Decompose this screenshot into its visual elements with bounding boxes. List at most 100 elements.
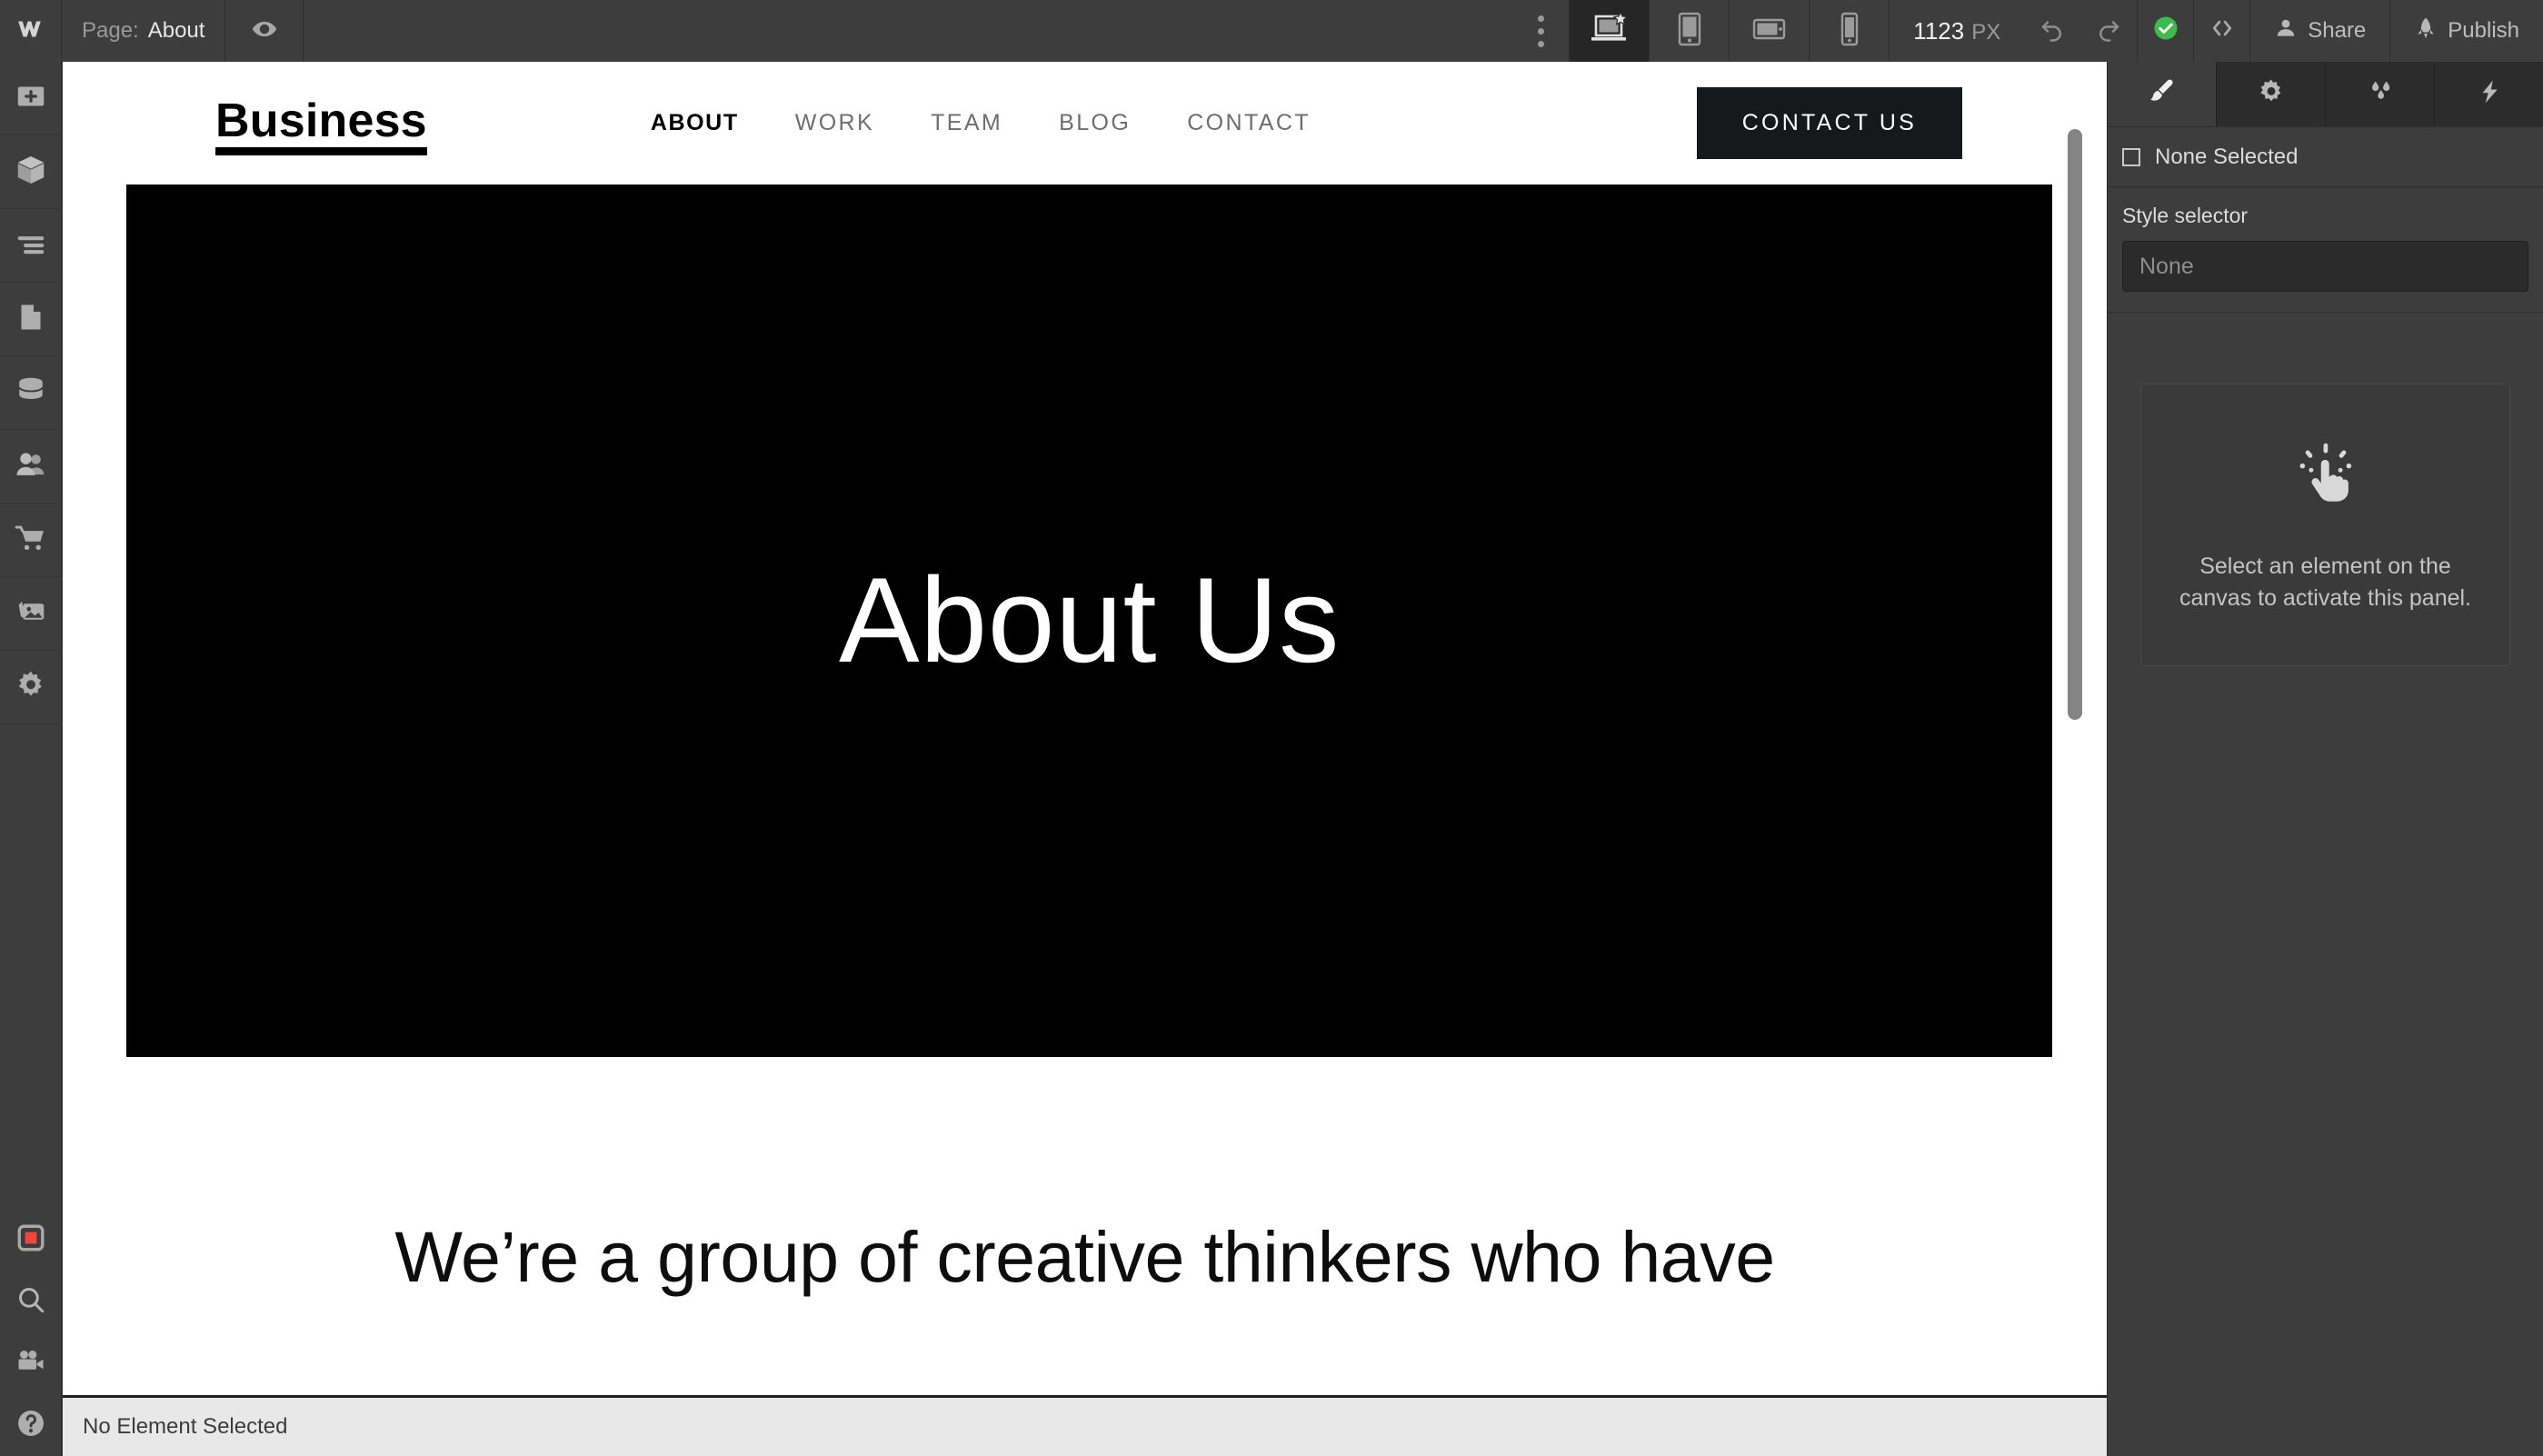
sidebar-item-search[interactable] bbox=[0, 1271, 62, 1332]
tab-settings[interactable] bbox=[2217, 62, 2326, 126]
design-canvas[interactable]: Business ABOUT WORK TEAM BLOG CONTACT CO… bbox=[63, 62, 2107, 1395]
sidebar-item-users[interactable] bbox=[0, 430, 62, 504]
mobile-portrait-breakpoint[interactable] bbox=[1810, 0, 1890, 62]
sidebar-item-cms-collections[interactable] bbox=[0, 356, 62, 430]
redo-arrow-icon bbox=[2095, 15, 2122, 47]
sidebar-item-add-elements[interactable] bbox=[0, 62, 62, 135]
viewport-width-indicator[interactable]: 1123 PX bbox=[1890, 0, 2024, 62]
undo-arrow-icon bbox=[2039, 15, 2066, 47]
mobile-landscape-breakpoint[interactable] bbox=[1730, 0, 1810, 62]
panel-empty-state: Select an element on the canvas to activ… bbox=[2140, 384, 2510, 666]
panel-empty-message: Select an element on the canvas to activ… bbox=[2179, 553, 2472, 611]
rocket-icon bbox=[2414, 16, 2438, 46]
eye-icon bbox=[251, 15, 278, 47]
nav-link-blog[interactable]: BLOG bbox=[1031, 110, 1159, 136]
style-selector-label: Style selector bbox=[2122, 204, 2249, 227]
webflow-logo-button[interactable] bbox=[0, 0, 62, 62]
sidebar-item-pages[interactable] bbox=[0, 283, 62, 356]
intro-section-heading: We’re a group of creative thinkers who h… bbox=[394, 1216, 1775, 1297]
nav-link-about[interactable]: ABOUT bbox=[623, 110, 767, 136]
viewport-width-value: 1123 bbox=[1913, 17, 1965, 45]
sidebar-item-help[interactable] bbox=[0, 1394, 62, 1456]
toolbar-right-group: Share Publish bbox=[2024, 0, 2543, 62]
nav-link-contact[interactable]: CONTACT bbox=[1159, 110, 1339, 136]
viewport-width-unit: PX bbox=[1971, 20, 2001, 45]
water-drops-icon bbox=[2365, 77, 2396, 111]
site-nav-links: ABOUT WORK TEAM BLOG CONTACT bbox=[623, 110, 1339, 136]
left-sidebar bbox=[0, 62, 62, 1456]
contact-us-button[interactable]: CONTACT US bbox=[1696, 87, 1962, 159]
style-selector-input[interactable]: None bbox=[2122, 241, 2528, 292]
top-toolbar: Page: About 1123 PX Share Publish bbox=[0, 0, 2543, 62]
tab-style[interactable] bbox=[2108, 62, 2217, 126]
status-bar-message: No Element Selected bbox=[83, 1414, 288, 1439]
selection-box-icon bbox=[2122, 147, 2140, 166]
sidebar-item-ecommerce[interactable] bbox=[0, 504, 62, 577]
sidebar-item-audit[interactable] bbox=[0, 1209, 62, 1271]
breakpoint-switcher bbox=[1570, 0, 1890, 62]
code-brackets-icon bbox=[2209, 15, 2236, 48]
code-export-button[interactable] bbox=[2193, 0, 2249, 62]
checkmark-circle-icon bbox=[2152, 15, 2179, 48]
selection-status-row: None Selected bbox=[2108, 127, 2543, 187]
share-button[interactable]: Share bbox=[2249, 0, 2389, 62]
desktop-star-icon bbox=[1589, 10, 1631, 52]
right-panel: None Selected Style selector None Select… bbox=[2107, 62, 2543, 1456]
page-indicator[interactable]: Page: About bbox=[62, 0, 226, 62]
selection-status-label: None Selected bbox=[2155, 144, 2299, 169]
sidebar-bottom-group bbox=[0, 1209, 61, 1456]
redo-button[interactable] bbox=[2080, 0, 2137, 62]
nav-link-work[interactable]: WORK bbox=[767, 110, 903, 136]
mobile-portrait-icon bbox=[1839, 12, 1860, 51]
gear-icon bbox=[15, 669, 47, 706]
plus-box-icon bbox=[15, 80, 47, 117]
publish-label: Publish bbox=[2448, 18, 2519, 43]
lightning-bolt-icon bbox=[2476, 77, 2503, 111]
nav-link-team[interactable]: TEAM bbox=[903, 110, 1031, 136]
question-circle-icon bbox=[15, 1407, 47, 1444]
preview-toggle-button[interactable] bbox=[225, 0, 304, 62]
click-hand-icon bbox=[2298, 443, 2354, 509]
tablet-portrait-icon bbox=[1676, 12, 1703, 51]
page-label: Page: bbox=[82, 18, 139, 43]
search-icon bbox=[15, 1284, 46, 1320]
sidebar-item-navigator[interactable] bbox=[0, 209, 62, 283]
share-label: Share bbox=[2308, 18, 2367, 43]
webflow-logo-icon bbox=[15, 14, 46, 49]
sidebar-item-video-tutorials[interactable] bbox=[0, 1332, 62, 1394]
paintbrush-icon bbox=[2147, 76, 2178, 112]
desktop-breakpoint[interactable] bbox=[1570, 0, 1650, 62]
site-navbar[interactable]: Business ABOUT WORK TEAM BLOG CONTACT CO… bbox=[63, 62, 2107, 184]
style-selector-section: Style selector None bbox=[2108, 187, 2543, 313]
person-icon bbox=[2274, 16, 2298, 46]
tablet-breakpoint[interactable] bbox=[1650, 0, 1730, 62]
save-status-button[interactable] bbox=[2137, 0, 2193, 62]
gear-icon bbox=[2257, 77, 2286, 111]
undo-button[interactable] bbox=[2024, 0, 2080, 62]
hero-heading: About Us bbox=[838, 553, 1341, 688]
red-square-icon bbox=[15, 1222, 46, 1258]
vertical-dots-icon bbox=[1538, 15, 1545, 22]
tab-effects[interactable] bbox=[2435, 62, 2543, 126]
canvas-scrollbar[interactable] bbox=[2068, 129, 2082, 720]
publish-button[interactable]: Publish bbox=[2389, 0, 2543, 62]
sidebar-item-assets[interactable] bbox=[0, 577, 62, 651]
hero-section[interactable]: About Us bbox=[126, 184, 2052, 1057]
cube-icon bbox=[14, 153, 48, 192]
sidebar-item-components[interactable] bbox=[0, 135, 62, 209]
right-panel-tabs bbox=[2108, 62, 2543, 127]
tab-interactions[interactable] bbox=[2326, 62, 2435, 126]
shopping-cart-icon bbox=[14, 521, 48, 560]
history-controls bbox=[2024, 0, 2137, 62]
mobile-landscape-icon bbox=[1752, 15, 1787, 47]
video-camera-icon bbox=[15, 1345, 47, 1382]
sidebar-item-settings[interactable] bbox=[0, 651, 62, 724]
database-icon bbox=[15, 374, 47, 412]
more-options-button[interactable] bbox=[1513, 0, 1571, 62]
status-bar: No Element Selected bbox=[63, 1395, 2107, 1456]
page-document-icon bbox=[15, 301, 47, 338]
page-name: About bbox=[147, 18, 205, 43]
site-logo[interactable]: Business bbox=[215, 94, 427, 155]
toolbar-left-spacer bbox=[304, 0, 1513, 62]
people-icon bbox=[14, 447, 48, 486]
